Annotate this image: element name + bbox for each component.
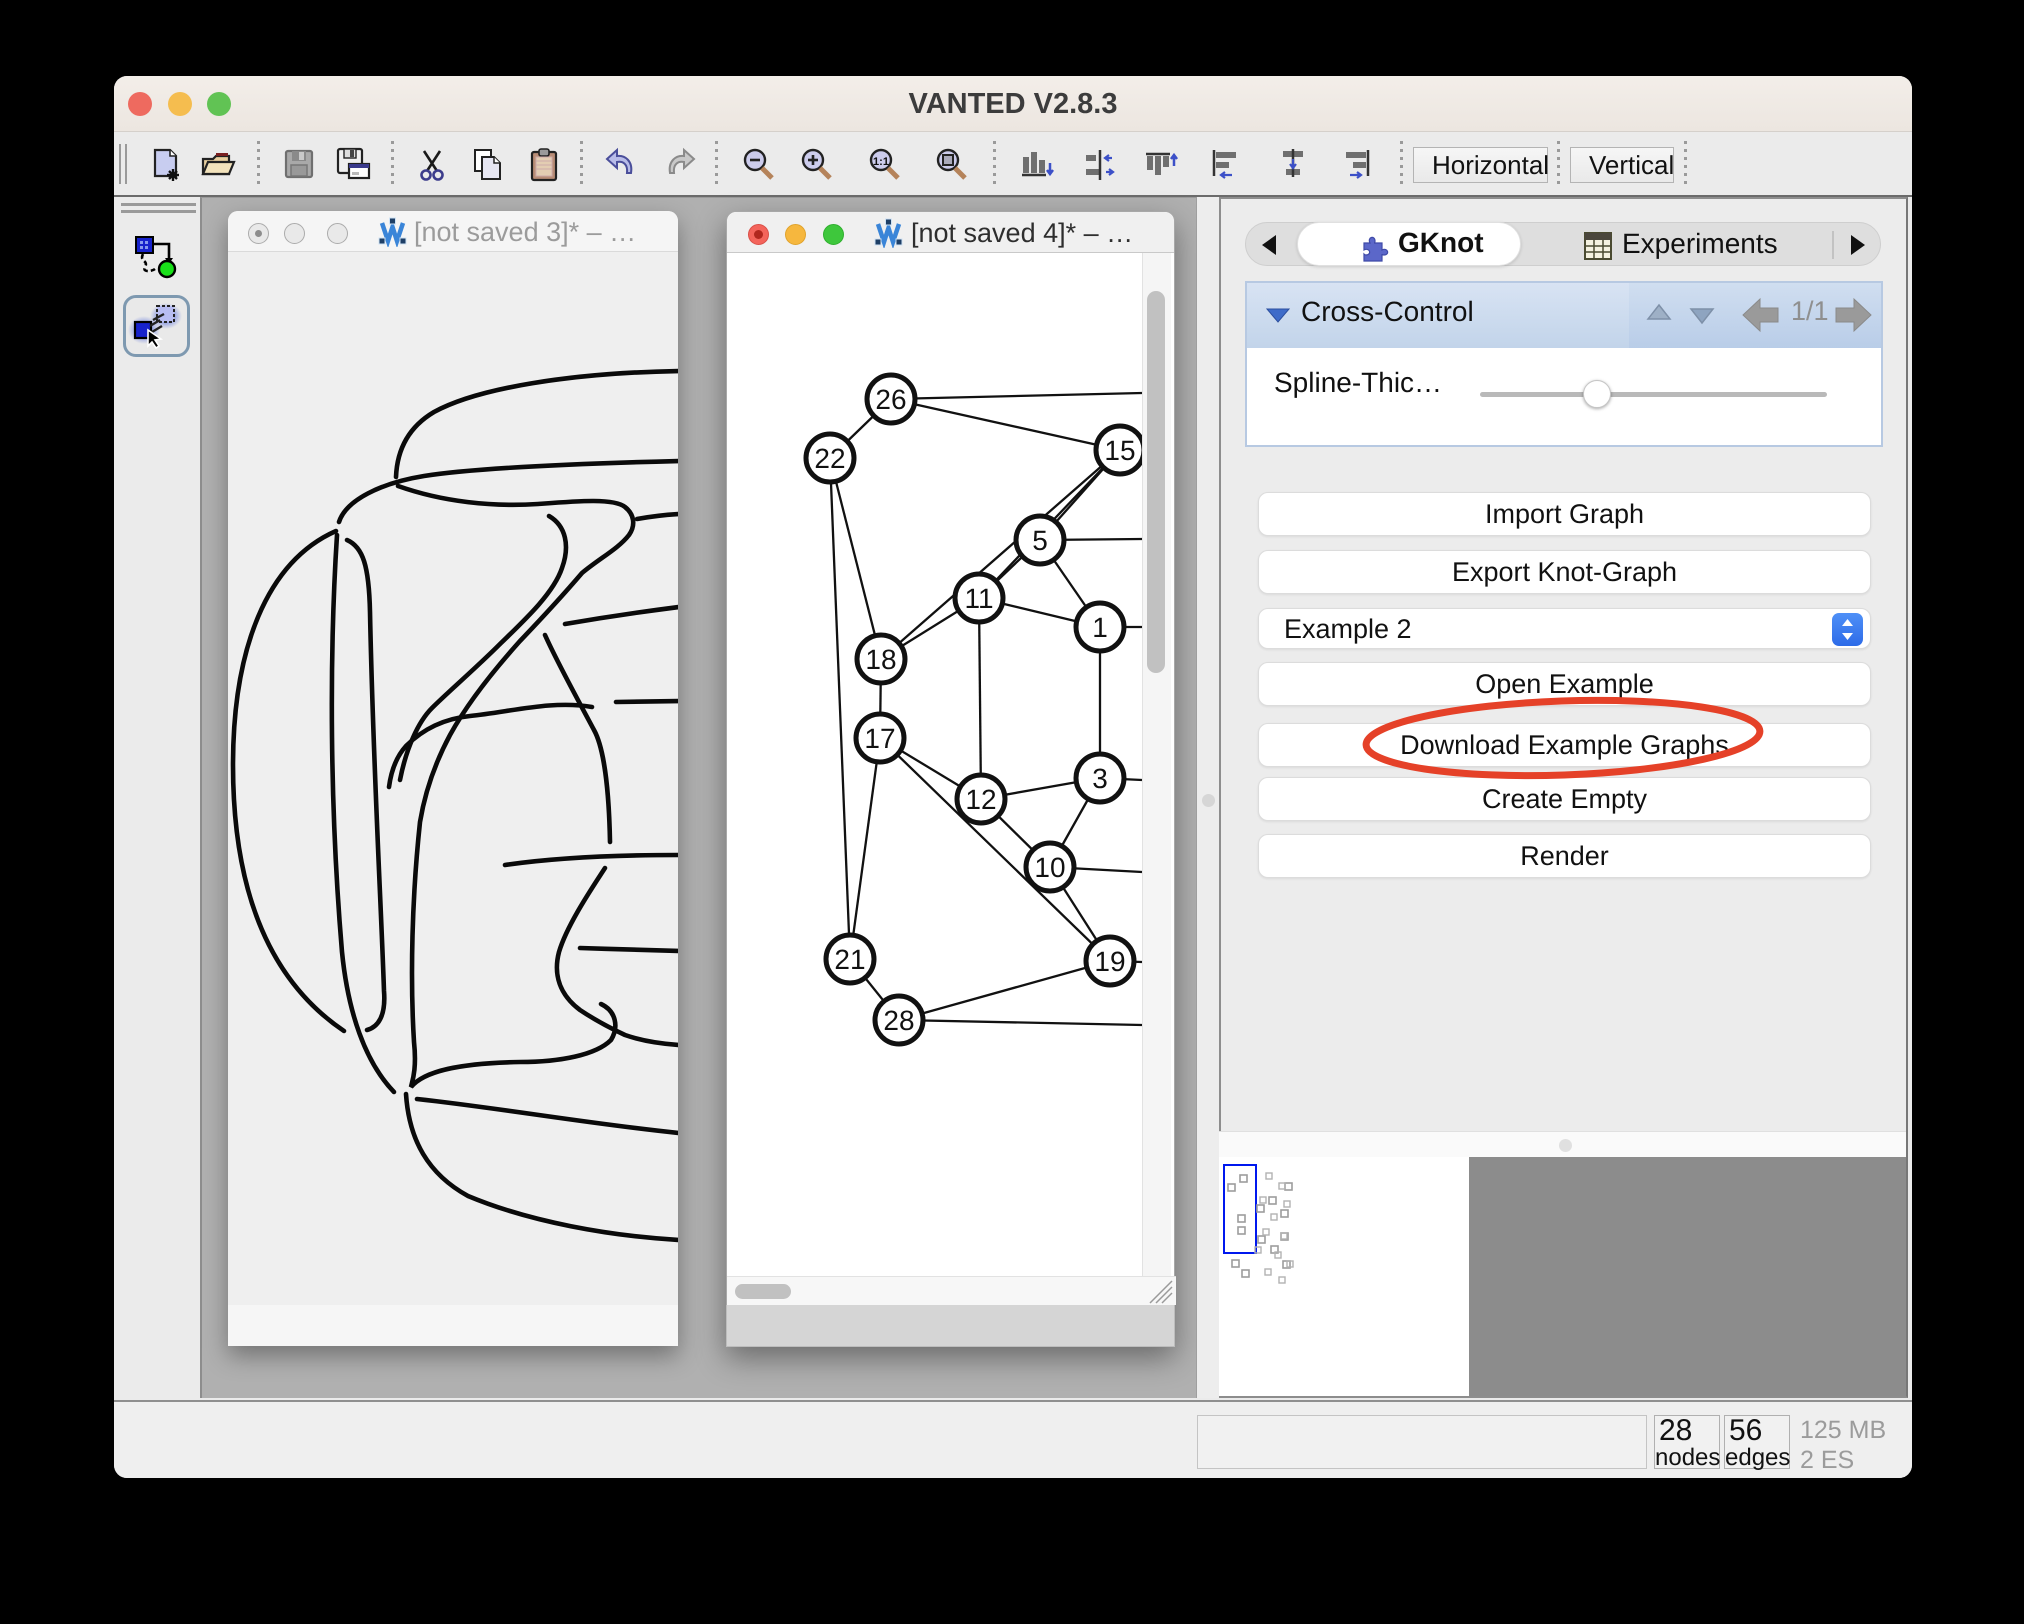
svg-text:22: 22 — [814, 443, 845, 474]
svg-text:5: 5 — [1032, 525, 1048, 556]
svg-text:3: 3 — [1092, 763, 1108, 794]
svg-text:19: 19 — [1094, 946, 1125, 977]
svg-text:12: 12 — [965, 784, 996, 815]
svg-text:10: 10 — [1034, 852, 1065, 883]
svg-text:1: 1 — [1092, 612, 1108, 643]
svg-text:15: 15 — [1104, 435, 1135, 466]
svg-text:21: 21 — [834, 944, 865, 975]
svg-text:18: 18 — [865, 644, 896, 675]
svg-text:26: 26 — [875, 384, 906, 415]
svg-text:11: 11 — [964, 583, 993, 614]
svg-text:17: 17 — [864, 723, 895, 754]
svg-text:1:1: 1:1 — [873, 156, 889, 168]
svg-text:28: 28 — [883, 1005, 914, 1036]
